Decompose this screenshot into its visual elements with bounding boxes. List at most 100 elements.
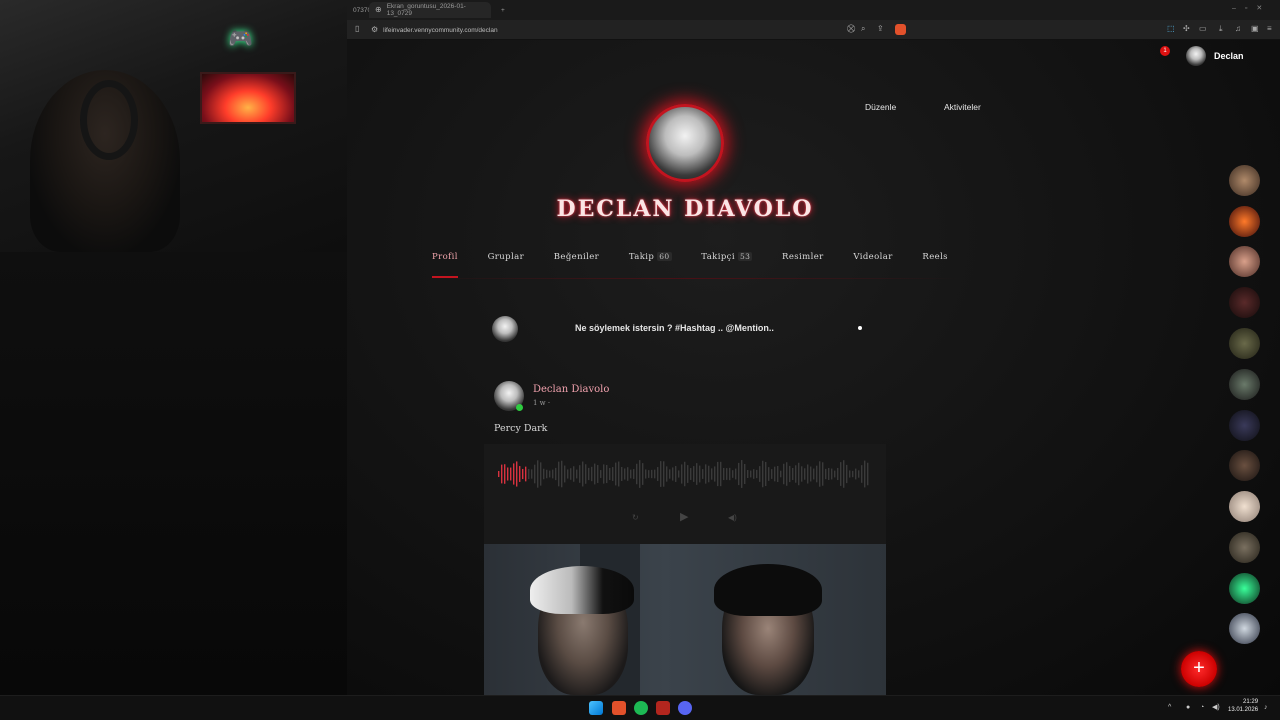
brave-icon[interactable] <box>612 701 626 715</box>
browser-tab-active[interactable]: ⊕ Ekran_goruntusu_2026-01-13_0729 <box>369 2 491 18</box>
brave-shields-icon[interactable] <box>895 24 906 35</box>
waveform-bar <box>738 462 740 486</box>
tab-videos[interactable]: Videolar <box>853 252 892 278</box>
zoom-icon[interactable]: ⌕ <box>861 25 865 33</box>
activities-link[interactable]: Aktiviteler <box>944 102 981 112</box>
waveform-bar <box>867 462 869 486</box>
edit-profile-link[interactable]: Düzenle <box>865 102 896 112</box>
wifi-icon[interactable]: ◔ <box>1200 704 1204 711</box>
post-composer[interactable]: Ne söylemek istersin ? #Hashtag .. @Ment… <box>484 308 884 348</box>
game-app-icon[interactable] <box>656 701 670 715</box>
create-post-fab[interactable]: + <box>1181 651 1217 687</box>
composer-dot-icon <box>858 326 862 330</box>
waveform-bar <box>756 469 758 479</box>
friend-avatar[interactable] <box>1229 246 1260 277</box>
post-image[interactable] <box>484 544 886 695</box>
play-icon[interactable]: ▶ <box>680 512 688 523</box>
webcam-overlay: 🎮 <box>0 0 347 252</box>
audio-waveform[interactable] <box>498 454 870 494</box>
music-icon[interactable]: ♫ <box>1235 25 1241 33</box>
user-menu[interactable]: Declan <box>1186 46 1244 66</box>
friend-avatar[interactable] <box>1229 369 1260 400</box>
system-clock[interactable]: 21:29 13.01.2026 <box>1228 698 1258 714</box>
headset-shape <box>80 80 138 160</box>
post-author-name[interactable]: Declan Diavolo <box>533 384 609 395</box>
waveform-bar <box>633 469 635 479</box>
bookmark-icon[interactable]: ▯ <box>355 25 359 33</box>
window-controls[interactable]: –▫✕ <box>1232 4 1271 12</box>
mic-icon[interactable]: ● <box>1186 704 1190 711</box>
spotify-icon[interactable] <box>634 701 648 715</box>
waveform-bar <box>651 469 653 479</box>
tab-label: Videolar <box>853 252 893 262</box>
waveform-bar <box>852 470 854 478</box>
waveform-bar <box>750 470 752 478</box>
friend-avatar[interactable] <box>1229 613 1260 644</box>
waveform-bar <box>843 460 845 488</box>
download-icon[interactable]: ⤓ <box>1219 25 1223 33</box>
friend-avatar[interactable] <box>1229 450 1260 481</box>
waveform-bar <box>681 464 683 484</box>
share-icon[interactable]: ⇪ <box>877 25 884 33</box>
waveform-bar <box>771 469 773 479</box>
tab-groups[interactable]: Gruplar <box>488 252 524 278</box>
waveform-bar <box>687 465 689 483</box>
site-info-icon[interactable]: ⚙ <box>371 26 378 34</box>
waveform-bar <box>516 461 518 487</box>
windows-icon[interactable] <box>589 701 603 715</box>
friend-avatar[interactable] <box>1229 573 1260 604</box>
volume-icon[interactable]: ◀) <box>728 514 737 522</box>
waveform-bar <box>603 464 605 484</box>
menu-icon[interactable]: ≡ <box>1267 25 1272 33</box>
new-tab-button[interactable]: + <box>495 2 509 18</box>
waveform-bar <box>741 460 743 488</box>
waveform-bar <box>765 461 767 487</box>
volume-tray-icon[interactable]: ◀) <box>1212 704 1220 711</box>
waveform-bar <box>864 460 866 488</box>
waveform-bar <box>735 468 737 480</box>
sidebar-icon[interactable]: ▭ <box>1199 25 1207 33</box>
notification-badge[interactable]: 1 <box>1160 46 1170 56</box>
friend-avatar[interactable] <box>1229 287 1260 318</box>
waveform-bar <box>570 468 572 480</box>
tab-reels[interactable]: Reels <box>922 252 948 278</box>
waveform-bar <box>762 460 764 488</box>
waveform-bar <box>552 469 554 479</box>
friend-avatar[interactable] <box>1229 328 1260 359</box>
replay-icon[interactable]: ↻ <box>632 514 639 522</box>
waveform-bar <box>804 468 806 480</box>
tab-profile[interactable]: Profil <box>432 252 458 278</box>
waveform-bar <box>498 471 500 477</box>
notification-bell-icon[interactable]: ♪ <box>1264 704 1268 711</box>
tab-followers[interactable]: Takipçi 53 <box>701 252 753 278</box>
puzzle-icon[interactable]: ✣ <box>1183 25 1190 33</box>
waveform-bar <box>564 465 566 483</box>
waveform-bar <box>609 468 611 480</box>
waveform-bar <box>624 468 626 480</box>
friend-avatar[interactable] <box>1229 491 1260 522</box>
friend-avatar[interactable] <box>1229 410 1260 441</box>
waveform-bar <box>807 464 809 484</box>
chevron-up-icon[interactable]: ^ <box>1168 704 1171 711</box>
wallet-icon[interactable]: ▣ <box>1251 25 1259 33</box>
composer-input[interactable]: Ne söylemek istersin ? #Hashtag .. @Ment… <box>575 323 774 333</box>
address-bar[interactable]: ⚙ lifeinvader.vennycommunity.com/declan <box>367 23 907 37</box>
waveform-bar <box>561 460 563 488</box>
waveform-bar <box>744 463 746 485</box>
waveform-bar <box>528 468 530 480</box>
discord-icon[interactable] <box>678 701 692 715</box>
lock-icon[interactable]: ⛒ <box>847 25 855 33</box>
profile-avatar[interactable] <box>646 104 724 182</box>
waveform-bar <box>720 461 722 487</box>
extension-icon[interactable]: ⬚ <box>1167 25 1175 33</box>
tab-photos[interactable]: Resimler <box>782 252 824 278</box>
waveform-bar <box>639 460 641 488</box>
friend-avatar[interactable] <box>1229 165 1260 196</box>
clock-date: 13.01.2026 <box>1228 707 1259 713</box>
browser-tab[interactable]: 07370 <box>347 2 371 18</box>
friend-avatar[interactable] <box>1229 532 1260 563</box>
friend-avatar[interactable] <box>1229 206 1260 237</box>
waveform-bar <box>534 464 536 484</box>
tab-following[interactable]: Takip 60 <box>629 252 672 278</box>
tab-likes[interactable]: Beğeniler <box>554 252 599 278</box>
